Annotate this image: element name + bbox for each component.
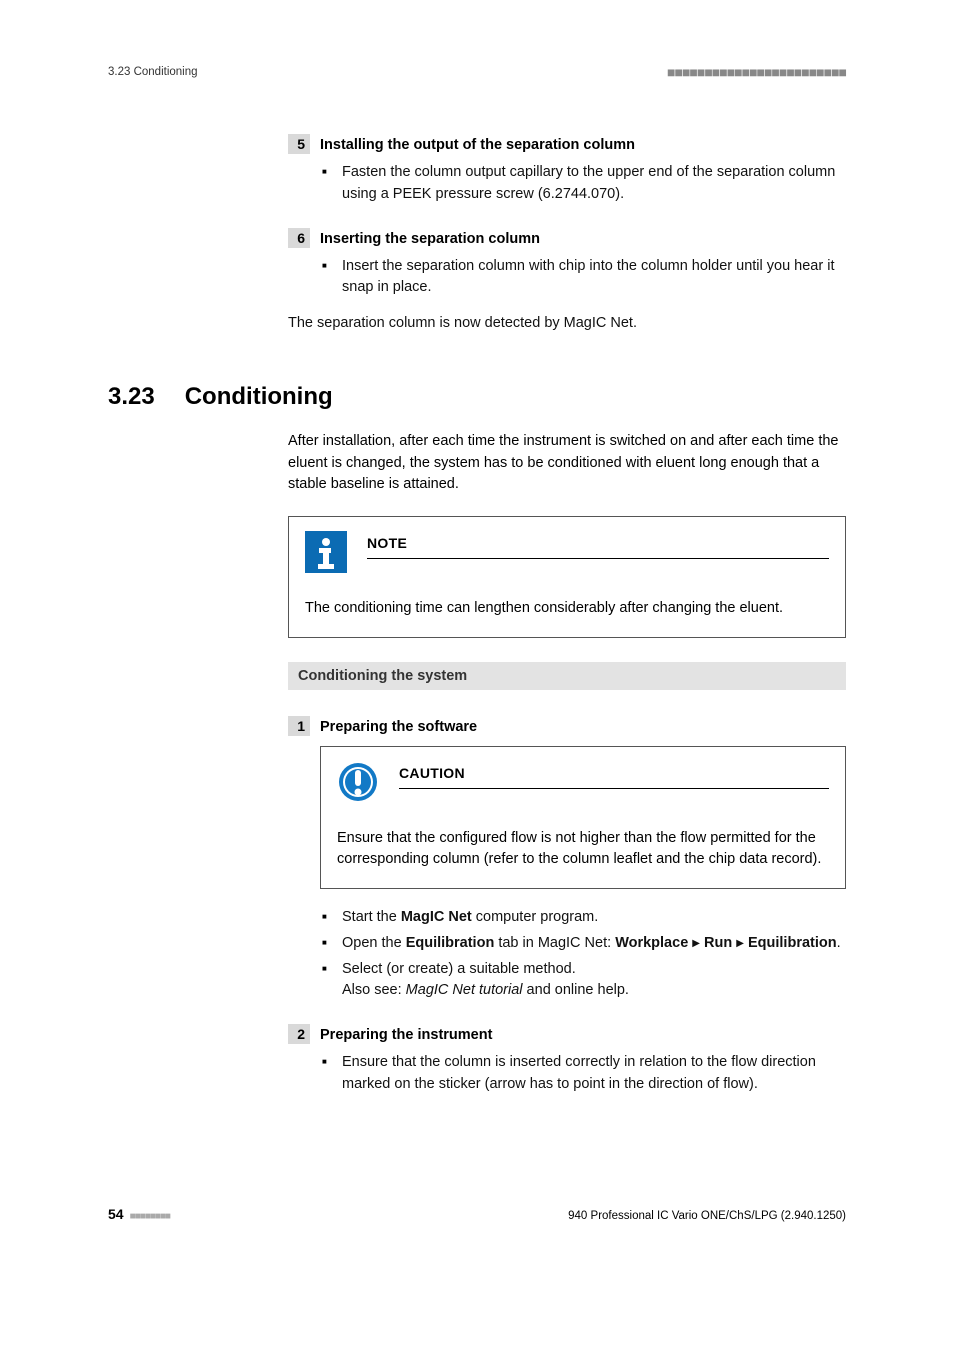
step-6-title: Inserting the separation column [320, 231, 540, 247]
header-dashes: ■■■■■■■■■■■■■■■■■■■■■■■■ [667, 64, 846, 80]
page-header: 3.23 Conditioning ■■■■■■■■■■■■■■■■■■■■■■… [108, 64, 846, 80]
subsection-heading: Conditioning the system [288, 662, 846, 690]
step-1-bullet-3: Select (or create) a suitable method. Al… [320, 959, 846, 1003]
caution-label: CAUTION [399, 761, 829, 789]
section-3-23-heading: 3.23 Conditioning [108, 383, 846, 411]
note-label: NOTE [367, 531, 829, 559]
info-icon [305, 531, 347, 580]
header-left: 3.23 Conditioning [108, 66, 198, 78]
footer-dashes: ■■■■■■■■ [130, 1211, 170, 1222]
step-6-bullet-1: Insert the separation column with chip i… [320, 256, 846, 300]
step-5-title: Installing the output of the separation … [320, 137, 635, 153]
step-6: 6 Inserting the separation column Insert… [288, 228, 846, 335]
note-box: NOTE The conditioning time can lengthen … [288, 516, 846, 638]
step-1: 1 Preparing the software CAUTION Ensure … [288, 716, 846, 1002]
step-1-title: Preparing the software [320, 719, 477, 735]
step-2: 2 Preparing the instrument Ensure that t… [288, 1024, 846, 1096]
triangle-icon: ▶ [736, 938, 744, 949]
page-footer: 54 ■■■■■■■■ 940 Professional IC Vario ON… [108, 1206, 846, 1222]
step-2-number: 2 [288, 1024, 310, 1044]
caution-body: Ensure that the configured flow is not h… [337, 828, 829, 870]
caution-box: CAUTION Ensure that the configured flow … [320, 746, 846, 889]
triangle-icon: ▶ [692, 938, 700, 949]
section-number: 3.23 [108, 383, 155, 411]
page-number: 54 [108, 1206, 124, 1222]
note-body: The conditioning time can lengthen consi… [305, 598, 829, 619]
step-5: 5 Installing the output of the separatio… [288, 134, 846, 206]
step-1-bullet-1: Start the MagIC Net computer program. [320, 907, 846, 929]
step-5-bullet-1: Fasten the column output capillary to th… [320, 162, 846, 206]
step-1-number: 1 [288, 716, 310, 736]
step-5-number: 5 [288, 134, 310, 154]
section-intro-paragraph: After installation, after each time the … [288, 431, 846, 496]
section-title: Conditioning [185, 383, 333, 411]
caution-icon [337, 761, 379, 810]
step-2-bullet-1: Ensure that the column is inserted corre… [320, 1052, 846, 1096]
step-6-after-text: The separation column is now detected by… [288, 313, 846, 335]
step-2-title: Preparing the instrument [320, 1027, 492, 1043]
footer-right: 940 Professional IC Vario ONE/ChS/LPG (2… [568, 1210, 846, 1222]
step-6-number: 6 [288, 228, 310, 248]
step-1-bullet-2: Open the Equilibration tab in MagIC Net:… [320, 933, 846, 955]
